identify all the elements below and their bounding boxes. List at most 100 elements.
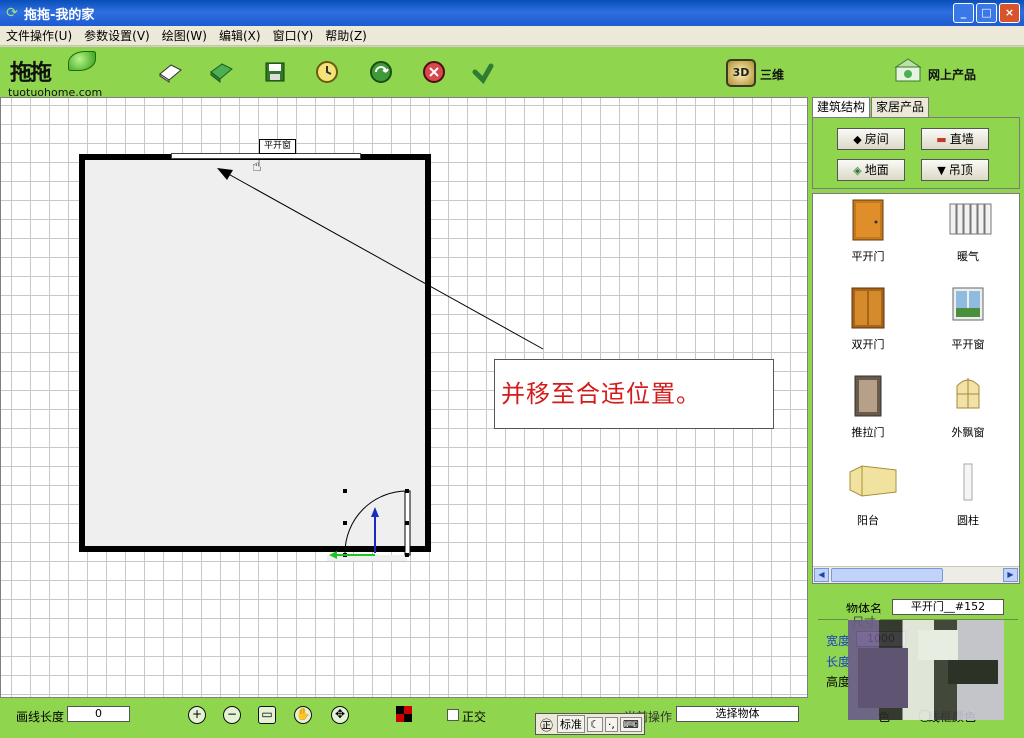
- category-room-label: 房间: [864, 132, 889, 146]
- list-item[interactable]: 阳台: [833, 462, 903, 538]
- category-box: ◆ 房间 ▬ 直墙 ◈ 地面 ▼ 吊顶: [812, 117, 1020, 189]
- undo-icon[interactable]: [470, 59, 496, 85]
- list-item[interactable]: 平开门: [833, 198, 903, 274]
- window-controls: _ □ ×: [953, 3, 1020, 23]
- online-products-label[interactable]: 网上产品: [928, 66, 976, 83]
- menu-settings[interactable]: 参数设置(V): [78, 26, 156, 46]
- fit-view-icon[interactable]: ▭: [258, 706, 276, 724]
- clock-icon[interactable]: [314, 59, 340, 85]
- new-icon[interactable]: [157, 59, 183, 85]
- column-icon: [948, 462, 988, 506]
- horizontal-scrollbar[interactable]: ◀ ▶: [813, 566, 1019, 583]
- list-item[interactable]: 外飘窗: [933, 374, 1003, 450]
- current-op-field: 选择物体: [676, 706, 799, 722]
- line-length-label: 画线长度: [16, 710, 65, 724]
- ortho-checkbox[interactable]: [447, 709, 459, 721]
- zoom-in-icon[interactable]: +: [188, 706, 206, 724]
- line-length-field[interactable]: 0: [67, 706, 130, 722]
- color-picker-icon[interactable]: [396, 706, 412, 722]
- callout-text: 并移至合适位置。: [501, 380, 701, 408]
- item-label: 平开门: [851, 250, 885, 263]
- title-bar[interactable]: ⟳ 拖拖-我的家 _ □ ×: [0, 0, 1024, 26]
- toolbar: 拖拖 tuotuohome.com 3D 三维 网上产品: [0, 47, 1024, 99]
- minimize-button[interactable]: _: [953, 3, 974, 23]
- close-button[interactable]: ×: [999, 3, 1020, 23]
- swing-door-icon: [848, 198, 888, 242]
- pan-hand-icon[interactable]: ✋: [294, 706, 312, 724]
- maximize-button[interactable]: □: [976, 3, 997, 23]
- width-label: 宽度: [826, 634, 851, 648]
- blur-block: [948, 660, 998, 684]
- list-item[interactable]: 平开窗: [933, 286, 1003, 362]
- app-window: ⟳ 拖拖-我的家 _ □ × 文件操作(U) 参数设置(V) 绘图(W) 编辑(…: [0, 0, 1024, 738]
- list-item[interactable]: 圆柱: [933, 462, 1003, 538]
- length-label: 长度: [826, 655, 851, 669]
- category-wall-button[interactable]: ▬ 直墙: [921, 128, 989, 150]
- leaf-icon: [68, 51, 96, 71]
- ime-punct[interactable]: ·,: [604, 716, 618, 732]
- list-item[interactable]: 双开门: [833, 286, 903, 362]
- hand-cursor-icon: ☝: [252, 156, 262, 175]
- ime-logo-icon[interactable]: ㊣: [538, 715, 555, 734]
- bay-window-icon: [948, 374, 988, 418]
- scroll-thumb[interactable]: [831, 568, 943, 582]
- radiator-icon: [948, 198, 992, 242]
- item-label: 平开窗: [951, 338, 985, 351]
- menu-help[interactable]: 帮助(Z): [319, 26, 373, 46]
- refresh-icon[interactable]: [368, 59, 394, 85]
- item-label: 外飘窗: [951, 426, 985, 439]
- list-item[interactable]: 暖气: [933, 198, 1003, 274]
- drawing-canvas[interactable]: 平开窗 ☝ 并移至合适位置。: [0, 97, 808, 698]
- floor-icon: ◈: [853, 164, 862, 177]
- list-item[interactable]: 推拉门: [833, 374, 903, 450]
- status-bar: 画线长度 0 + − ▭ ✋ ✥ 正交 当前操作 选择物体: [0, 698, 808, 738]
- height-label: 高度: [826, 675, 851, 689]
- pixelated-preview: [848, 620, 1004, 720]
- sliding-door-icon: [848, 374, 888, 418]
- item-label: 推拉门: [851, 426, 885, 439]
- library-panel: 建筑结构 家居产品 ◆ 房间 ▬ 直墙 ◈ 地面 ▼ 吊顶 平开门 暖气 双开门…: [808, 97, 1024, 595]
- scroll-right-icon[interactable]: ▶: [1003, 568, 1018, 582]
- tab-furniture[interactable]: 家居产品: [871, 97, 930, 117]
- app-logo: 拖拖 tuotuohome.com: [8, 51, 118, 99]
- ime-mode[interactable]: 标准: [557, 715, 586, 733]
- tab-architecture[interactable]: 建筑结构: [812, 97, 871, 118]
- logo-text: 拖拖: [10, 60, 52, 86]
- panel-tabs: 建筑结构 家居产品: [812, 97, 930, 118]
- ceiling-icon: ▼: [937, 164, 946, 177]
- app-icon: ⟳: [6, 5, 18, 21]
- stop-icon[interactable]: [421, 59, 447, 85]
- menu-edit[interactable]: 编辑(X): [213, 26, 267, 46]
- ime-toolbar[interactable]: ㊣ 标准 ☾ ·, ⌨: [535, 713, 645, 735]
- window-title: 拖拖-我的家: [24, 7, 95, 23]
- door-shape[interactable]: [327, 483, 427, 565]
- category-ceiling-button[interactable]: ▼ 吊顶: [921, 159, 989, 181]
- category-room-button[interactable]: ◆ 房间: [837, 128, 905, 150]
- double-door-icon: [848, 286, 888, 330]
- menu-file[interactable]: 文件操作(U): [0, 26, 78, 46]
- object-name-field[interactable]: 平开门__#152: [892, 599, 1004, 615]
- three-d-label[interactable]: 三维: [760, 66, 784, 83]
- menu-window[interactable]: 窗口(Y): [267, 26, 320, 46]
- ime-keyboard-icon[interactable]: ⌨: [619, 716, 642, 732]
- save-icon[interactable]: [262, 59, 288, 85]
- category-floor-label: 地面: [864, 163, 889, 177]
- ime-moon-icon[interactable]: ☾: [587, 716, 603, 732]
- component-list: 平开门 暖气 双开门 平开窗 推拉门 外飘窗 阳台 圆柱 ◀ ▶: [812, 193, 1020, 584]
- wall-icon: ▬: [936, 133, 947, 146]
- category-ceiling-label: 吊顶: [948, 163, 973, 177]
- open-icon[interactable]: [208, 59, 234, 85]
- menu-draw[interactable]: 绘图(W): [156, 26, 213, 46]
- item-label: 暖气: [957, 250, 979, 263]
- instruction-callout: 并移至合适位置。: [494, 359, 774, 429]
- three-d-button[interactable]: 3D: [726, 59, 756, 87]
- balcony-icon: [848, 462, 897, 506]
- zoom-out-icon[interactable]: −: [223, 706, 241, 724]
- move-icon[interactable]: ✥: [331, 706, 349, 724]
- category-floor-button[interactable]: ◈ 地面: [837, 159, 905, 181]
- online-products-icon[interactable]: [892, 57, 924, 85]
- item-label: 圆柱: [957, 514, 979, 527]
- menu-bar: 文件操作(U) 参数设置(V) 绘图(W) 编辑(X) 窗口(Y) 帮助(Z): [0, 26, 1024, 46]
- ortho-label: 正交: [462, 710, 487, 724]
- scroll-left-icon[interactable]: ◀: [814, 568, 829, 582]
